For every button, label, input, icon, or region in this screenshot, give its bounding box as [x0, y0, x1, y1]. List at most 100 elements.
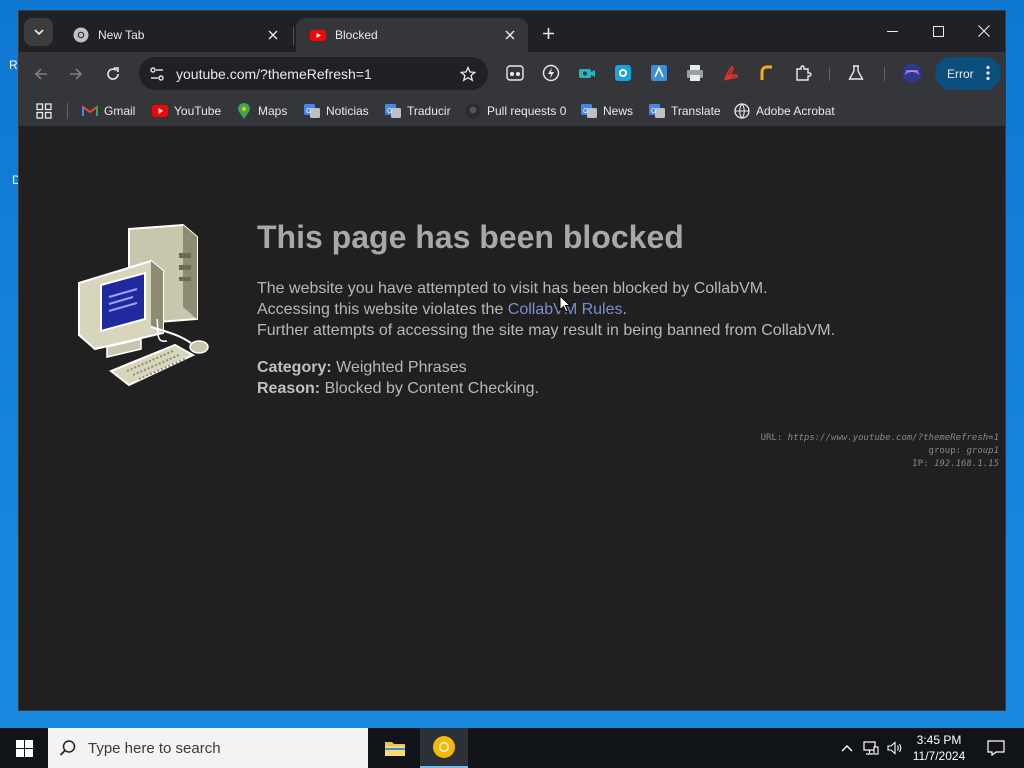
address-bar[interactable]: youtube.com/?themeRefresh=1: [139, 57, 488, 90]
bookmark-maps[interactable]: Maps: [236, 101, 287, 121]
gmail-icon: [82, 103, 98, 119]
taskbar-search-box[interactable]: Type here to search: [48, 728, 368, 768]
file-explorer-button[interactable]: [371, 728, 419, 768]
ip-row: IP: 192.168.1.15: [761, 458, 999, 471]
maximize-icon: [932, 25, 944, 37]
group-value: group1: [966, 446, 999, 456]
volume-button[interactable]: [884, 728, 906, 768]
svg-text:G: G: [306, 108, 311, 115]
block-message: The website you have attempted to visit …: [257, 278, 835, 341]
category-label: Category:: [257, 359, 332, 376]
youtube-icon: [152, 103, 168, 119]
taskbar-clock[interactable]: 3:45 PM 11/7/2024: [904, 732, 974, 764]
google-translate-icon: G: [581, 103, 597, 119]
bookmark-label: News: [603, 104, 634, 118]
network-icon: [863, 741, 879, 755]
category-row: Category: Weighted Phrases: [257, 357, 539, 378]
action-center-button[interactable]: [976, 728, 1016, 768]
extension-button[interactable]: [505, 63, 525, 83]
close-icon: [505, 30, 515, 40]
bookmark-youtube[interactable]: YouTube: [152, 101, 221, 121]
group-row: group: group1: [761, 445, 999, 458]
browser-window: New Tab Blocked youtube.com/?themeRefres…: [18, 10, 1006, 711]
toolbar: youtube.com/?themeRefresh=1 Error: [19, 52, 1005, 96]
extension-button[interactable]: [577, 63, 597, 83]
message-line: Accessing this website violates the Coll…: [257, 299, 835, 320]
network-button[interactable]: [860, 728, 882, 768]
notification-icon: [987, 740, 1005, 756]
windows-logo-icon: [15, 739, 33, 757]
chevron-up-icon: [841, 745, 853, 752]
category-value: Weighted Phrases: [336, 359, 467, 376]
avatar-icon: [902, 63, 922, 83]
forward-button[interactable]: [64, 62, 88, 86]
bookmark-star-button[interactable]: [458, 64, 478, 84]
maximize-button[interactable]: [915, 11, 961, 51]
page-content: This page has been blocked The website y…: [19, 132, 1005, 710]
extension-button[interactable]: [649, 63, 669, 83]
chrome-taskbar-button[interactable]: [420, 728, 468, 768]
more-vert-icon: [986, 65, 990, 81]
close-window-button[interactable]: [961, 11, 1005, 51]
puzzle-icon: [796, 65, 812, 81]
bookmark-noticias[interactable]: G Noticias: [304, 101, 369, 121]
extension-button[interactable]: [685, 63, 705, 83]
plus-icon: [542, 27, 554, 39]
bookmark-adobe-acrobat[interactable]: Adobe Acrobat: [734, 101, 835, 121]
tab-title: Blocked: [335, 28, 378, 42]
tab-close-button[interactable]: [500, 25, 520, 45]
tab-divider: [293, 27, 294, 45]
profile-button[interactable]: [902, 63, 922, 83]
close-icon: [268, 30, 278, 40]
site-info-button[interactable]: [145, 62, 169, 86]
svg-text:G: G: [583, 108, 588, 115]
bookmark-news[interactable]: G News: [581, 101, 633, 121]
bookmark-label: Gmail: [104, 104, 136, 118]
new-tab-button[interactable]: [536, 21, 560, 45]
message-line: Further attempts of accessing the site m…: [257, 322, 836, 339]
desktop-icon-label[interactable]: R: [9, 58, 18, 72]
back-button[interactable]: [29, 62, 53, 86]
page-title: This page has been blocked: [257, 219, 684, 255]
tab-title: New Tab: [98, 28, 145, 42]
mouse-cursor-icon: [559, 295, 571, 313]
apps-button[interactable]: [36, 101, 52, 121]
svg-text:G: G: [651, 108, 656, 115]
show-hidden-icons-button[interactable]: [836, 728, 858, 768]
url-row: URL: https://www.youtube.com/?themeRefre…: [761, 432, 999, 445]
bookmark-label: Maps: [258, 104, 288, 118]
chevron-down-icon: [33, 29, 44, 36]
printer-icon: [687, 65, 703, 81]
taskbar: Type here to search 3:45 PM 11/7/2024: [0, 728, 1024, 768]
apps-grid-icon: [36, 103, 52, 119]
extensions-menu-button[interactable]: [793, 63, 813, 83]
start-button[interactable]: [0, 728, 48, 768]
minimize-button[interactable]: [869, 11, 915, 51]
extension-button[interactable]: [541, 63, 561, 83]
extension-button[interactable]: [721, 63, 741, 83]
url-text[interactable]: youtube.com/?themeRefresh=1: [176, 66, 372, 82]
clock-date: 11/7/2024: [912, 749, 966, 763]
google-translate-icon: G: [649, 103, 665, 119]
arrow-right-icon: [70, 68, 83, 80]
tab-strip: New Tab Blocked: [19, 11, 1005, 52]
reload-button[interactable]: [101, 62, 125, 86]
bookmark-translate[interactable]: G Translate: [649, 101, 721, 121]
message-text: .: [622, 301, 627, 318]
url-label: URL:: [760, 433, 783, 443]
bookmark-traducir[interactable]: G Traducir: [385, 101, 451, 121]
extension-button[interactable]: [757, 63, 777, 83]
error-profile-button[interactable]: Error: [935, 57, 1001, 90]
tab-search-button[interactable]: [24, 18, 53, 46]
bookmarks-bar: Gmail YouTube Maps G Noticias G Traducir…: [19, 96, 1005, 126]
tab-close-button[interactable]: [263, 25, 283, 45]
labs-button[interactable]: [846, 63, 866, 83]
speaker-icon: [887, 741, 902, 755]
reason-value: Blocked by Content Checking.: [324, 380, 539, 397]
tab-blocked[interactable]: Blocked: [296, 18, 528, 52]
tab-new-tab[interactable]: New Tab: [59, 18, 291, 52]
bookmark-gmail[interactable]: Gmail: [82, 101, 135, 121]
youtube-icon: [310, 30, 326, 41]
extension-button[interactable]: [613, 63, 633, 83]
bookmark-pull-requests[interactable]: Pull requests 0: [465, 101, 566, 121]
